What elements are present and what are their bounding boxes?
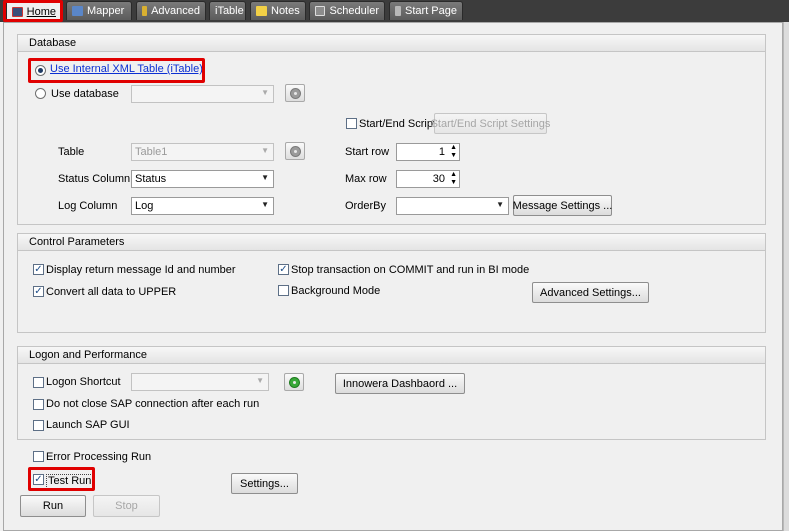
chevron-down-icon: ▼ [496, 200, 504, 209]
refresh-icon [288, 376, 300, 388]
refresh-icon [289, 145, 301, 157]
display-return-label: Display return message Id and number [46, 264, 236, 276]
background-mode-checkbox[interactable] [278, 285, 289, 296]
tab-mapper[interactable]: Mapper [66, 1, 132, 20]
database-select[interactable]: ▼ [131, 85, 274, 103]
background-mode-label: Background Mode [291, 285, 381, 297]
run-button[interactable]: Run [20, 495, 86, 517]
chevron-down-icon: ▼ [261, 200, 269, 209]
log-column-label: Log Column [58, 200, 118, 212]
logon-shortcut-checkbox[interactable] [33, 377, 44, 388]
stop-button[interactable]: Stop [93, 495, 160, 517]
control-parameters-group: Control Parameters [17, 233, 766, 333]
database-header: Database [18, 35, 765, 52]
start-page-icon [395, 6, 402, 16]
advanced-icon [142, 6, 148, 16]
test-run-checkbox[interactable]: ✓ [33, 474, 44, 485]
start-end-script-label: Start/End Script [359, 118, 437, 130]
log-column-select[interactable]: Log ▼ [131, 197, 274, 215]
table-label: Table [58, 146, 85, 158]
tab-scheduler[interactable]: Scheduler [309, 1, 385, 20]
use-internal-radio[interactable] [35, 65, 46, 76]
stop-transaction-label: Stop transaction on COMMIT and run in BI… [291, 264, 530, 276]
tab-itable[interactable]: iTable [209, 1, 246, 20]
start-end-script-checkbox[interactable] [346, 118, 357, 129]
start-row-label: Start row [345, 146, 390, 158]
message-settings-button[interactable]: Message Settings ... [513, 195, 612, 216]
tab-strip: Home Mapper Advanced iTable Notes Schedu… [0, 0, 789, 22]
refresh-icon [289, 87, 301, 99]
max-row-stepper[interactable]: 30 ▲ ▼ [396, 170, 460, 188]
convert-upper-checkbox[interactable]: ✓ [33, 286, 44, 297]
innowera-dashboard-button[interactable]: Innowera Dashbaord ... [335, 373, 465, 394]
home-icon [12, 6, 23, 17]
display-return-checkbox[interactable]: ✓ [33, 264, 44, 275]
use-database-radio[interactable] [35, 88, 46, 99]
scheduler-icon [315, 6, 326, 16]
table-refresh-button[interactable] [285, 142, 305, 160]
max-row-label: Max row [345, 173, 387, 185]
chevron-down-icon: ▼ [261, 173, 269, 182]
tab-advanced[interactable]: Advanced [136, 1, 206, 20]
launch-sap-checkbox[interactable] [33, 420, 44, 431]
chevron-down-icon: ▼ [256, 376, 264, 385]
error-processing-label: Error Processing Run [46, 451, 152, 463]
error-processing-checkbox[interactable] [33, 451, 44, 462]
logon-shortcut-label: Logon Shortcut [46, 376, 121, 388]
test-run-label: Test Run [46, 474, 94, 489]
spin-arrows-icon[interactable]: ▲ ▼ [450, 171, 457, 187]
vertical-scrollbar[interactable] [783, 22, 789, 531]
orderby-label: OrderBy [345, 200, 386, 212]
settings-button[interactable]: Settings... [231, 473, 298, 494]
tab-home[interactable]: Home [6, 0, 62, 22]
convert-upper-label: Convert all data to UPPER [46, 286, 177, 298]
spin-arrows-icon[interactable]: ▲ ▼ [450, 144, 457, 160]
tab-notes[interactable]: Notes [250, 1, 306, 20]
status-column-select[interactable]: Status ▼ [131, 170, 274, 188]
use-internal-label[interactable]: Use Internal XML Table (iTable) [50, 63, 203, 76]
stop-transaction-checkbox[interactable]: ✓ [278, 264, 289, 275]
orderby-select[interactable]: ▼ [396, 197, 509, 215]
chevron-down-icon: ▼ [261, 146, 269, 155]
status-column-label: Status Column [58, 173, 131, 185]
control-parameters-header: Control Parameters [18, 234, 765, 251]
notes-icon [256, 6, 267, 16]
logon-shortcut-select[interactable]: ▼ [131, 373, 269, 391]
mapper-icon [72, 6, 83, 16]
logon-performance-header: Logon and Performance [18, 347, 765, 364]
database-refresh-button[interactable] [285, 84, 305, 102]
tab-start-page[interactable]: Start Page [389, 1, 463, 20]
do-not-close-checkbox[interactable] [33, 399, 44, 410]
launch-sap-label: Launch SAP GUI [46, 419, 130, 431]
start-end-settings-button[interactable]: Start/End Script Settings [431, 113, 550, 134]
use-database-label: Use database [51, 88, 119, 100]
chevron-down-icon: ▼ [261, 88, 269, 97]
start-row-stepper[interactable]: 1 ▲ ▼ [396, 143, 460, 161]
advanced-settings-button[interactable]: Advanced Settings... [532, 282, 649, 303]
logon-refresh-button[interactable] [284, 373, 304, 391]
table-select[interactable]: Table1 ▼ [131, 143, 274, 161]
do-not-close-label: Do not close SAP connection after each r… [46, 398, 260, 410]
